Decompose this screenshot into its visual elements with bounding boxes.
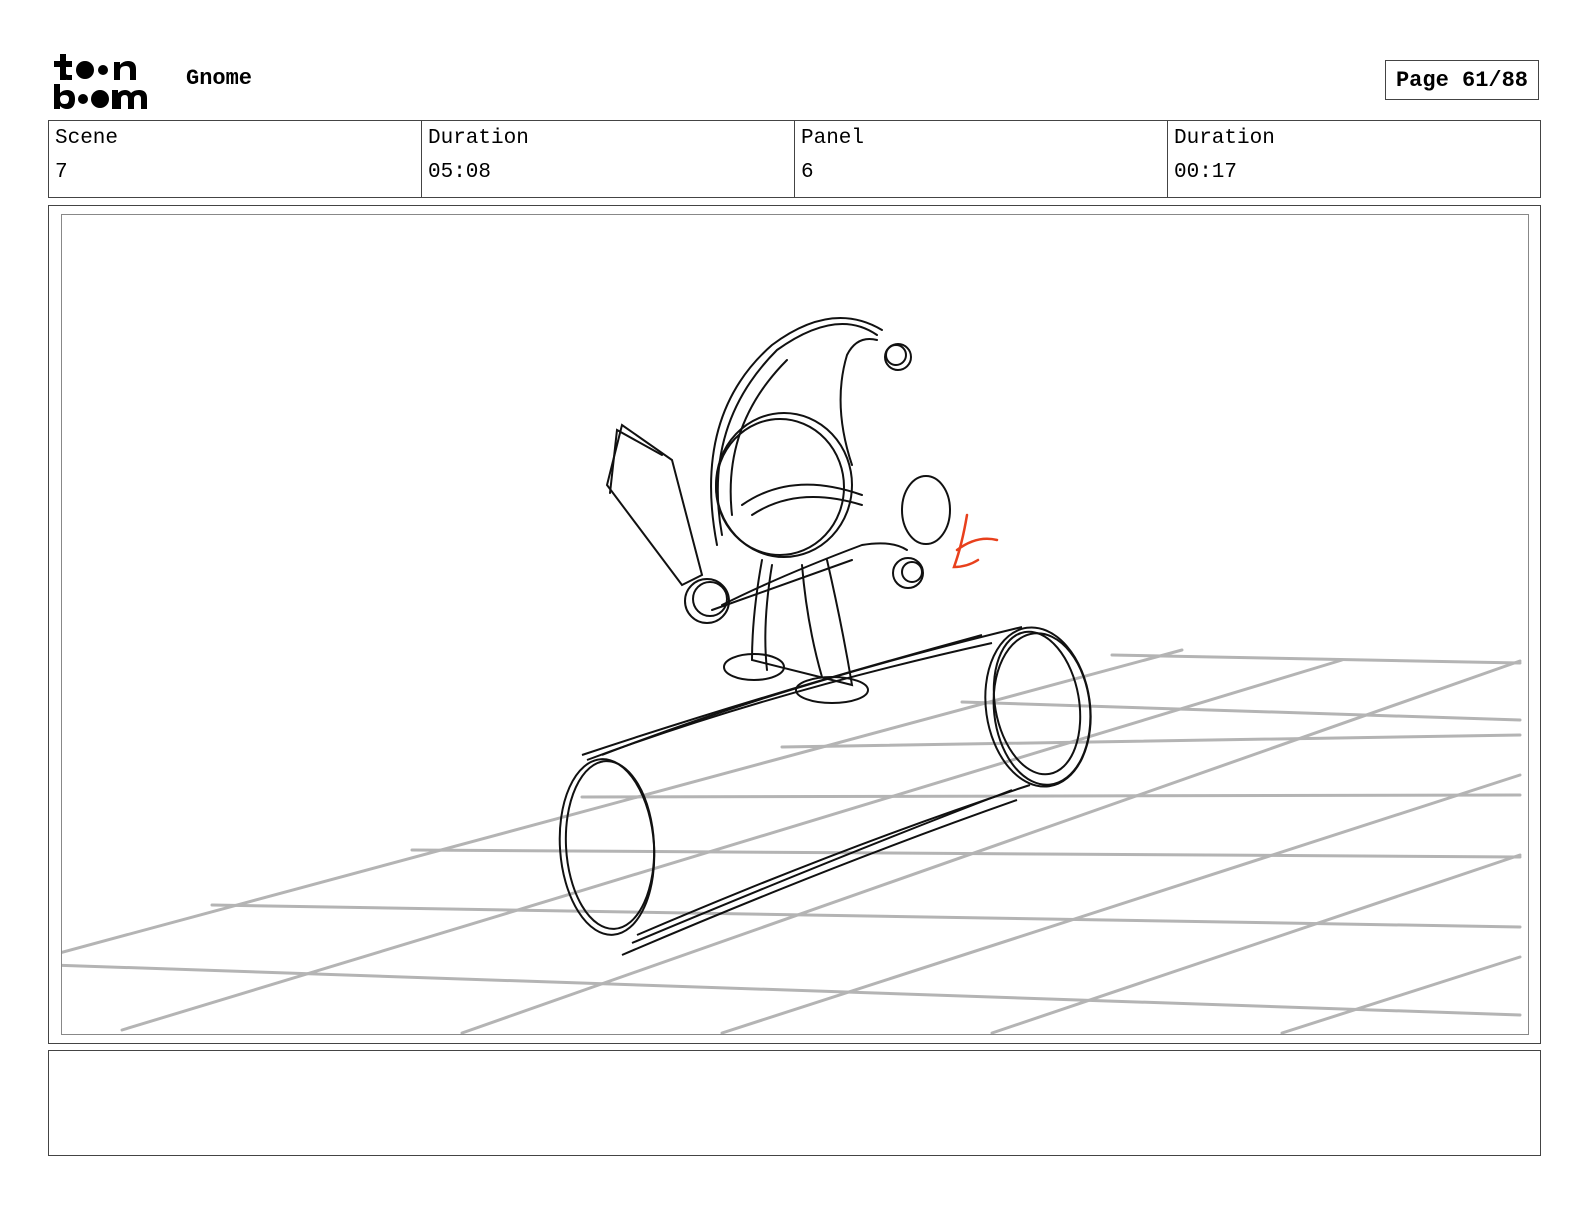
panel-image-area [61, 214, 1529, 1035]
panel-duration-cell: Duration 00:17 [1168, 121, 1540, 197]
project-title: Gnome [186, 66, 253, 91]
gnome-sketch-icon [62, 317, 1522, 1034]
panel-label: Panel [801, 127, 865, 150]
page-indicator: Page 61/88 [1385, 60, 1539, 100]
toon-boom-logo-icon [54, 54, 147, 109]
panel-value: 6 [801, 161, 814, 184]
scene-duration-label: Duration [428, 127, 529, 150]
scene-label: Scene [55, 127, 119, 150]
panel-cell: Panel 6 [795, 121, 1168, 197]
storyboard-panel [48, 205, 1541, 1044]
panel-duration-label: Duration [1174, 127, 1275, 150]
scene-info-table: Scene 7 Duration 05:08 Panel 6 Duration … [48, 120, 1541, 198]
scene-duration-value: 05:08 [428, 161, 492, 184]
panel-duration-value: 00:17 [1174, 161, 1238, 184]
panel-notes-box [48, 1050, 1541, 1156]
toon-boom-logo [52, 52, 164, 112]
scene-cell: Scene 7 [49, 121, 422, 197]
scene-duration-cell: Duration 05:08 [422, 121, 795, 197]
scene-value: 7 [55, 161, 68, 184]
